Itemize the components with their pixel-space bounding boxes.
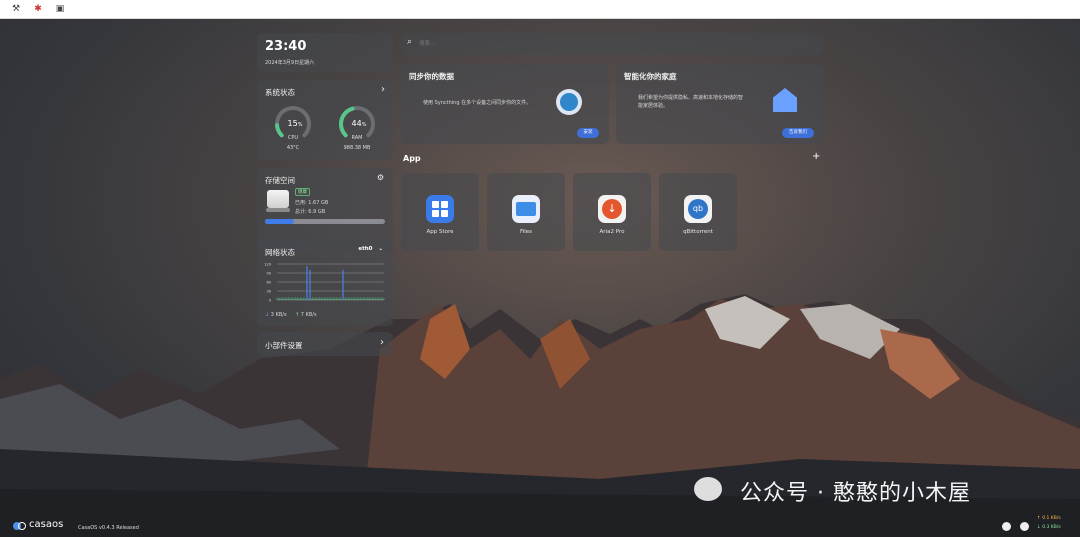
browser-toolbar: ⚒ ✱ ▣ [0, 0, 1080, 19]
casaos-logo-text: casaos [29, 519, 64, 530]
network-tick-label: 90 [267, 272, 271, 276]
sync-install-button[interactable]: 安装 [577, 128, 599, 138]
clock-time: 23:40 [265, 39, 307, 54]
qbittorrent-icon: qb [684, 195, 712, 223]
app-tile-files[interactable]: Files [487, 173, 565, 251]
network-download-value: 3 KB/s [270, 312, 287, 318]
widget-settings-button[interactable]: 小部件设置 › [257, 332, 393, 356]
storage-total: 总计: 6.9 GB [295, 209, 326, 215]
speed-down-icon: ↑ [1037, 516, 1041, 521]
terminal-icon[interactable] [1002, 522, 1011, 531]
storage-bar-fill [265, 219, 294, 224]
cpu-temperature: 43°C [287, 145, 300, 151]
sync-card-description: 使用 Syncthing 在多个设备之间同步你的文件。 [423, 100, 532, 106]
taskbar-speed-up: ↓ 0.3 KB/s [1037, 525, 1061, 530]
smart-card-title: 智能化你的家庭 [624, 72, 677, 81]
search-bar[interactable]: ⌕ [401, 33, 824, 55]
search-input[interactable] [417, 37, 811, 51]
smart-home-card: 智能化你的家庭 我们希望为你提供隐私、高速和本地化存储的智 能家居体验。 告诉我… [616, 64, 824, 144]
syncthing-icon [556, 89, 582, 115]
ram-label: RAM [351, 135, 362, 141]
cpu-label: CPU [288, 135, 299, 141]
version-notice[interactable]: CasaOS v0.4.3 Released [78, 525, 139, 531]
network-title: 网络状态 [265, 248, 295, 257]
upload-arrow-icon: ↑ [295, 312, 300, 318]
network-widget: 网络状态 eth0 ⌄ 120 90 60 30 0 ↓ 3 KB/s ↑ 7 KB/s [257, 240, 393, 326]
storage-title: 存储空间 [265, 176, 295, 185]
watermark-text: 公众号 · 憨憨的小木屋 [740, 481, 971, 506]
casaos-logo-icon[interactable] [13, 521, 27, 531]
app-name: Aria2 Pro [599, 229, 625, 235]
smart-home-icon [773, 88, 797, 112]
app-name: Files [519, 229, 533, 235]
ram-percent: 44% [352, 119, 367, 128]
health-badge: 健康 [295, 188, 310, 196]
speed-up-icon: ↓ [1037, 525, 1041, 530]
sync-data-card: 同步你的数据 使用 Syncthing 在多个设备之间同步你的文件。 安装 [401, 64, 609, 144]
disk-icon [267, 190, 289, 208]
download-arrow-icon: ↓ [265, 312, 270, 318]
network-tick-label: 60 [267, 281, 271, 285]
network-tick-label: 0 [269, 299, 271, 303]
smart-card-description-2: 能家居体验。 [638, 103, 669, 109]
network-upload: ↑ 7 KB/s [295, 312, 317, 318]
app-store-icon [426, 195, 454, 223]
network-upload-value: 7 KB/s [300, 312, 317, 318]
network-interface-value: eth0 [358, 246, 373, 252]
app-tile-app-store[interactable]: App Store [401, 173, 479, 251]
search-icon: ⌕ [407, 37, 413, 47]
app-tile-aria2-pro[interactable]: ↓ Aria2 Pro [573, 173, 651, 251]
chevron-right-icon: › [380, 337, 384, 348]
tell-us-button[interactable]: 告诉我们 [782, 128, 814, 138]
add-app-button[interactable]: + [812, 151, 820, 162]
ram-usage: 988.38 MB [344, 145, 371, 151]
clock-widget: 23:40 2024年3月9日星期六 [257, 33, 393, 72]
cpu-percent: 15% [288, 119, 303, 128]
taskbar-speed-up-value: 0.3 KB/s [1042, 525, 1061, 530]
app-name: App Store [426, 229, 454, 235]
sync-card-title: 同步你的数据 [409, 72, 454, 81]
apps-section-title: App [403, 154, 421, 163]
message-icon[interactable] [1020, 522, 1029, 531]
storage-used: 已用: 1.67 GB [295, 200, 329, 206]
system-status-widget: 系统状态 › 15% CPU 43°C 44% RAM 988.38 MB [257, 80, 393, 160]
cpu-gauge-arc [275, 123, 284, 138]
tool-icon[interactable]: ⚒ [10, 4, 22, 14]
network-tick-label: 120 [264, 263, 271, 267]
folder-icon [512, 195, 540, 223]
network-interface-select[interactable]: eth0 ⌄ [358, 246, 383, 252]
network-tick-label: 30 [267, 290, 271, 294]
system-gauges: 15% CPU 43°C 44% RAM 988.38 MB [275, 106, 375, 151]
network-chart: 120 90 60 30 0 [264, 263, 385, 303]
taskbar-speed-down: ↑ 0.1 KB/s [1037, 516, 1061, 521]
widget-settings-label: 小部件设置 [265, 341, 303, 350]
app-tile-qbittorrent[interactable]: qb qBittorrent [659, 173, 737, 251]
disk-icon-base [266, 208, 290, 212]
chevron-down-icon: ⌄ [378, 246, 383, 252]
taskbar-speed-down-value: 0.1 KB/s [1042, 516, 1061, 521]
desktop: 23:40 2024年3月9日星期六 系统状态 › 15% CPU 43°C 4… [0, 19, 1080, 537]
smart-card-description-1: 我们希望为你提供隐私、高速和本地化存储的智 [638, 95, 744, 101]
clock-date: 2024年3月9日星期六 [265, 60, 315, 66]
window-icon[interactable]: ▣ [54, 4, 66, 14]
wechat-icon [694, 477, 722, 501]
chevron-right-icon[interactable]: › [381, 84, 385, 95]
network-download: ↓ 3 KB/s [265, 312, 287, 318]
aria2-icon: ↓ [598, 195, 626, 223]
system-status-title: 系统状态 [265, 88, 295, 97]
bug-icon[interactable]: ✱ [32, 4, 44, 14]
settings-gear-icon[interactable]: ⚙ [377, 173, 384, 182]
app-name: qBittorrent [683, 229, 713, 235]
